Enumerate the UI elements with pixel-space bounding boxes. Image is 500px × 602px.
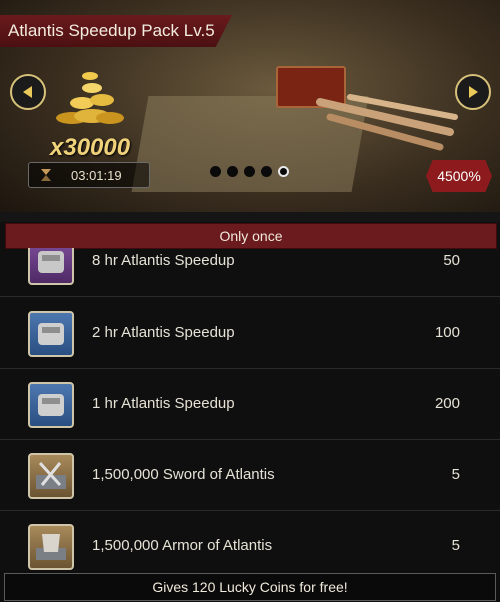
carousel-dot[interactable] [210,166,221,177]
list-item: 2 hr Atlantis Speedup 100 [0,298,500,369]
divider [0,212,500,222]
item-name: 8 hr Atlantis Speedup [92,252,235,269]
pack-title: Atlantis Speedup Pack Lv.5 [8,21,215,40]
item-quantity: 50 [443,252,460,269]
list-item: 8 hr Atlantis Speedup 50 [0,248,500,297]
sword-crate-icon [28,453,74,499]
speedup-gauntlet-icon [28,248,74,285]
next-button[interactable] [455,74,491,110]
pack-banner: Atlantis Speedup Pack Lv.5 x30000 03:01:… [0,0,500,222]
item-quantity: 5 [451,466,460,483]
value-badge: 4500% [426,160,492,192]
speedup-gauntlet-icon [28,382,74,428]
scrolls-decoration [316,94,458,151]
bonus-banner: Gives 120 Lucky Coins for free! [4,573,496,601]
list-item: 1,500,000 Armor of Atlantis 5 [0,511,500,572]
item-list: 8 hr Atlantis Speedup 50 2 hr Atlantis S… [0,248,500,572]
arrow-left-icon [23,86,32,98]
arrow-right-icon [469,86,478,98]
item-name: 2 hr Atlantis Speedup [92,324,235,341]
reward-quantity: x30000 [50,134,131,161]
item-quantity: 5 [451,537,460,554]
item-name: 1,500,000 Sword of Atlantis [92,466,275,483]
item-name: 1 hr Atlantis Speedup [92,395,235,412]
carousel-dot[interactable] [227,166,238,177]
item-quantity: 200 [434,395,460,412]
list-item: 1 hr Atlantis Speedup 200 [0,369,500,440]
carousel-dot[interactable] [261,166,272,177]
armor-crate-icon [28,524,74,570]
timer-text: 03:01:19 [71,167,122,183]
item-name: 1,500,000 Armor of Atlantis [92,537,273,554]
countdown-timer: 03:01:19 [28,162,150,188]
list-item: 1,500,000 Sword of Atlantis 5 [0,440,500,511]
item-quantity: 100 [434,324,460,341]
prev-button[interactable] [10,74,46,110]
hourglass-icon [41,169,51,181]
carousel-indicator [210,166,289,177]
purchase-limit-label: Only once [5,223,497,249]
carousel-dot[interactable] [244,166,255,177]
speedup-gauntlet-icon [28,311,74,357]
carousel-dot-active[interactable] [278,166,289,177]
gold-coins-icon [56,72,124,124]
